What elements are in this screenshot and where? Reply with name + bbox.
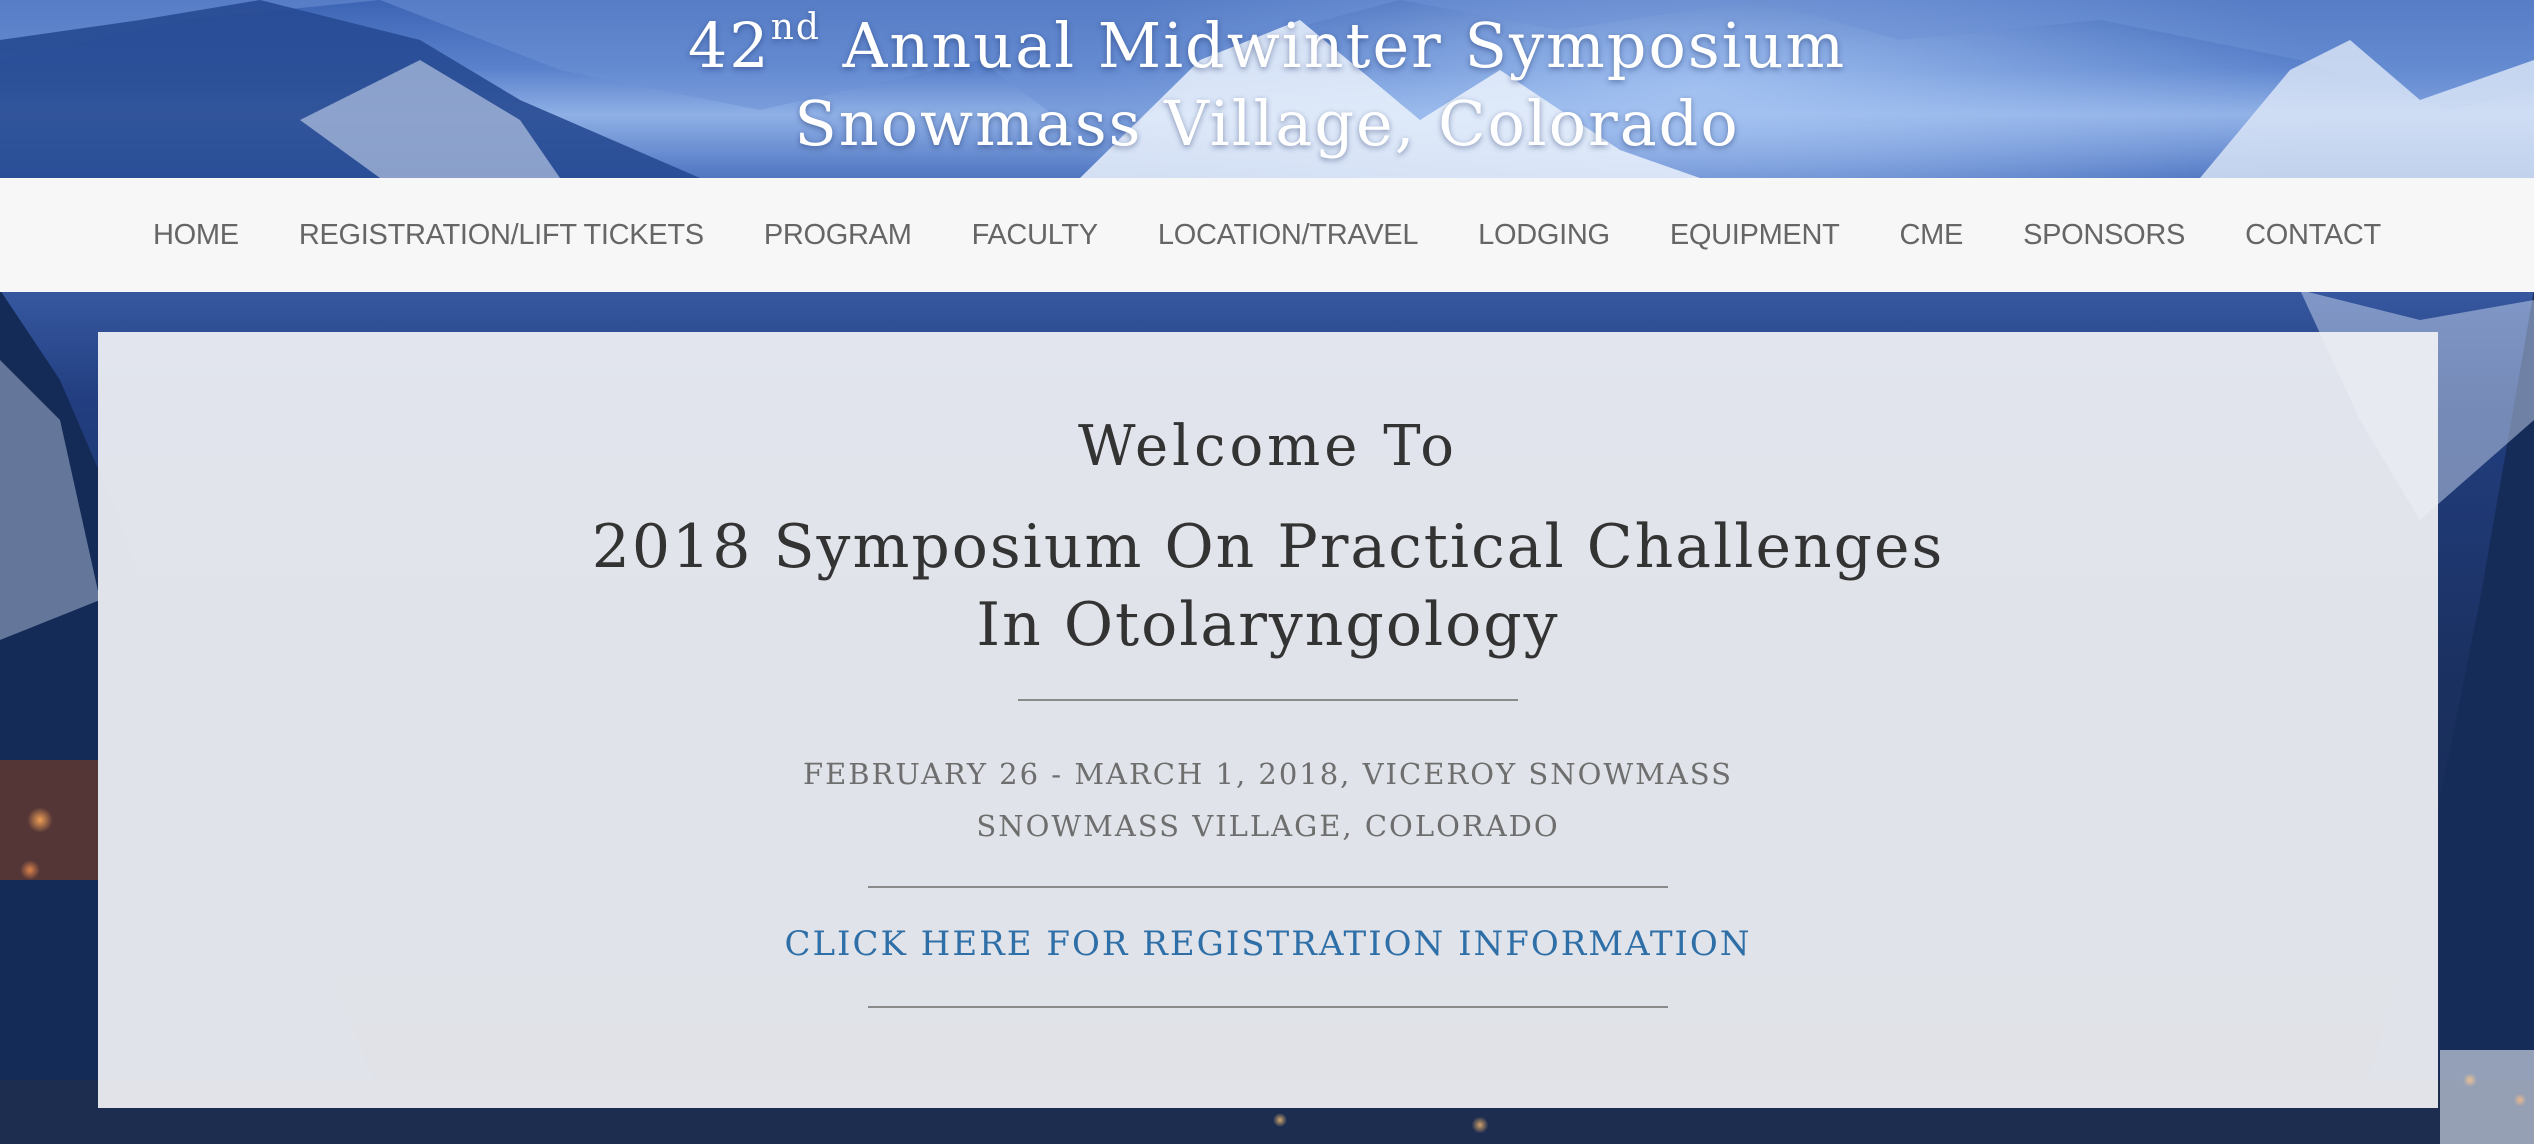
event-title: 2018 Symposium On Practical Challenges I… bbox=[98, 508, 2438, 664]
nav-item-faculty[interactable]: FACULTY bbox=[942, 219, 1128, 252]
nav-item-contact[interactable]: CONTACT bbox=[2215, 219, 2411, 252]
symposium-location: Snowmass Village, Colorado bbox=[794, 87, 1740, 160]
main-navigation: HOME REGISTRATION/LIFT TICKETS PROGRAM F… bbox=[0, 178, 2534, 292]
nav-item-equipment[interactable]: EQUIPMENT bbox=[1640, 219, 1870, 252]
event-dates-line1: FEBRUARY 26 - MARCH 1, 2018, VICEROY SNO… bbox=[802, 757, 1734, 791]
symposium-title: 42nd Annual Midwinter Symposium bbox=[0, 4, 2534, 88]
registration-info-link[interactable]: CLICK HERE FOR REGISTRATION INFORMATION bbox=[98, 916, 2438, 972]
nav-item-location-travel[interactable]: LOCATION/TRAVEL bbox=[1128, 219, 1448, 252]
event-title-line2: In Otolaryngology bbox=[976, 590, 1560, 660]
divider bbox=[1018, 699, 1518, 701]
nav-item-cme[interactable]: CME bbox=[1870, 219, 1994, 252]
divider bbox=[868, 886, 1668, 888]
divider bbox=[868, 1006, 1668, 1008]
nav-item-home[interactable]: HOME bbox=[123, 219, 269, 252]
nav-item-sponsors[interactable]: SPONSORS bbox=[1993, 219, 2215, 252]
nav-item-program[interactable]: PROGRAM bbox=[734, 219, 942, 252]
title-text: Annual Midwinter Symposium bbox=[820, 9, 1847, 82]
nav-item-lodging[interactable]: LODGING bbox=[1448, 219, 1640, 252]
event-dates-line2: SNOWMASS VILLAGE, COLORADO bbox=[976, 809, 1560, 843]
title-ordinal-suffix: nd bbox=[770, 7, 821, 48]
nav-item-registration[interactable]: REGISTRATION/LIFT TICKETS bbox=[269, 219, 734, 252]
event-title-line1: 2018 Symposium On Practical Challenges bbox=[591, 512, 1945, 582]
site-header: 42nd Annual Midwinter Symposium Snowmass… bbox=[0, 0, 2534, 178]
event-dates: FEBRUARY 26 - MARCH 1, 2018, VICEROY SNO… bbox=[98, 748, 2438, 852]
title-number: 42 bbox=[687, 9, 771, 82]
welcome-panel: Welcome To 2018 Symposium On Practical C… bbox=[98, 332, 2438, 1108]
welcome-heading: Welcome To bbox=[1078, 414, 1458, 479]
